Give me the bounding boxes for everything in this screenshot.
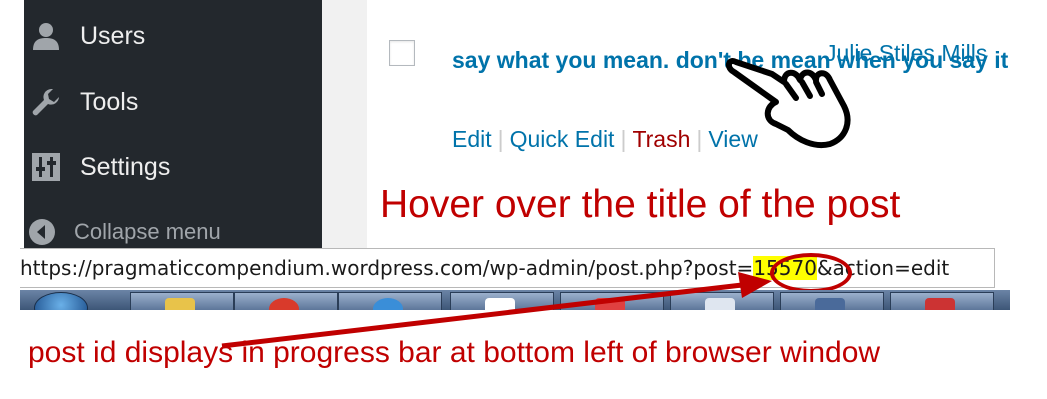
taskbar-button[interactable] [234,292,338,310]
separator: | [620,126,627,152]
sidebar-item-label: Tools [80,87,139,116]
sidebar-item-settings[interactable]: Settings [24,143,322,191]
content-gutter [322,0,367,248]
taskbar-button[interactable] [670,292,774,310]
trash-link[interactable]: Trash [632,126,690,152]
row-actions: Edit | Quick Edit | Trash | View [452,126,758,153]
collapse-menu-label: Collapse menu [74,219,221,244]
taskbar-button[interactable] [560,292,664,310]
pointing-hand-cursor-icon [726,58,851,148]
separator: | [696,126,703,152]
taskbar-button[interactable] [450,292,554,310]
separator: | [497,126,504,152]
edit-link[interactable]: Edit [452,126,492,152]
os-taskbar [20,290,1010,310]
sidebar-item-tools[interactable]: Tools [24,78,322,126]
start-button-icon[interactable] [34,292,88,310]
wrench-icon [28,84,64,120]
collapse-menu-button[interactable]: Collapse menu [24,212,322,252]
sidebar-item-users[interactable]: Users [24,12,322,60]
taskbar-button[interactable] [130,292,234,310]
taskbar-button[interactable] [338,292,442,310]
post-id-circle-annotation [770,253,852,293]
taskbar-button[interactable] [890,292,994,310]
admin-sidebar: Users Tools Settings Collapse menu [24,0,322,248]
sidebar-item-label: Settings [80,152,171,181]
quick-edit-link[interactable]: Quick Edit [510,126,615,152]
taskbar-button[interactable] [780,292,884,310]
sidebar-item-label: Users [80,21,146,50]
user-icon [28,18,64,54]
settings-sliders-icon [28,149,64,185]
status-url-prefix: https://pragmaticcompendium.wordpress.co… [20,256,754,280]
hover-instruction-callout: Hover over the title of the post [380,183,901,226]
post-id-explanation-callout: post id displays in progress bar at bott… [28,336,881,369]
collapse-arrow-icon [24,214,60,250]
post-select-checkbox[interactable] [389,40,415,66]
